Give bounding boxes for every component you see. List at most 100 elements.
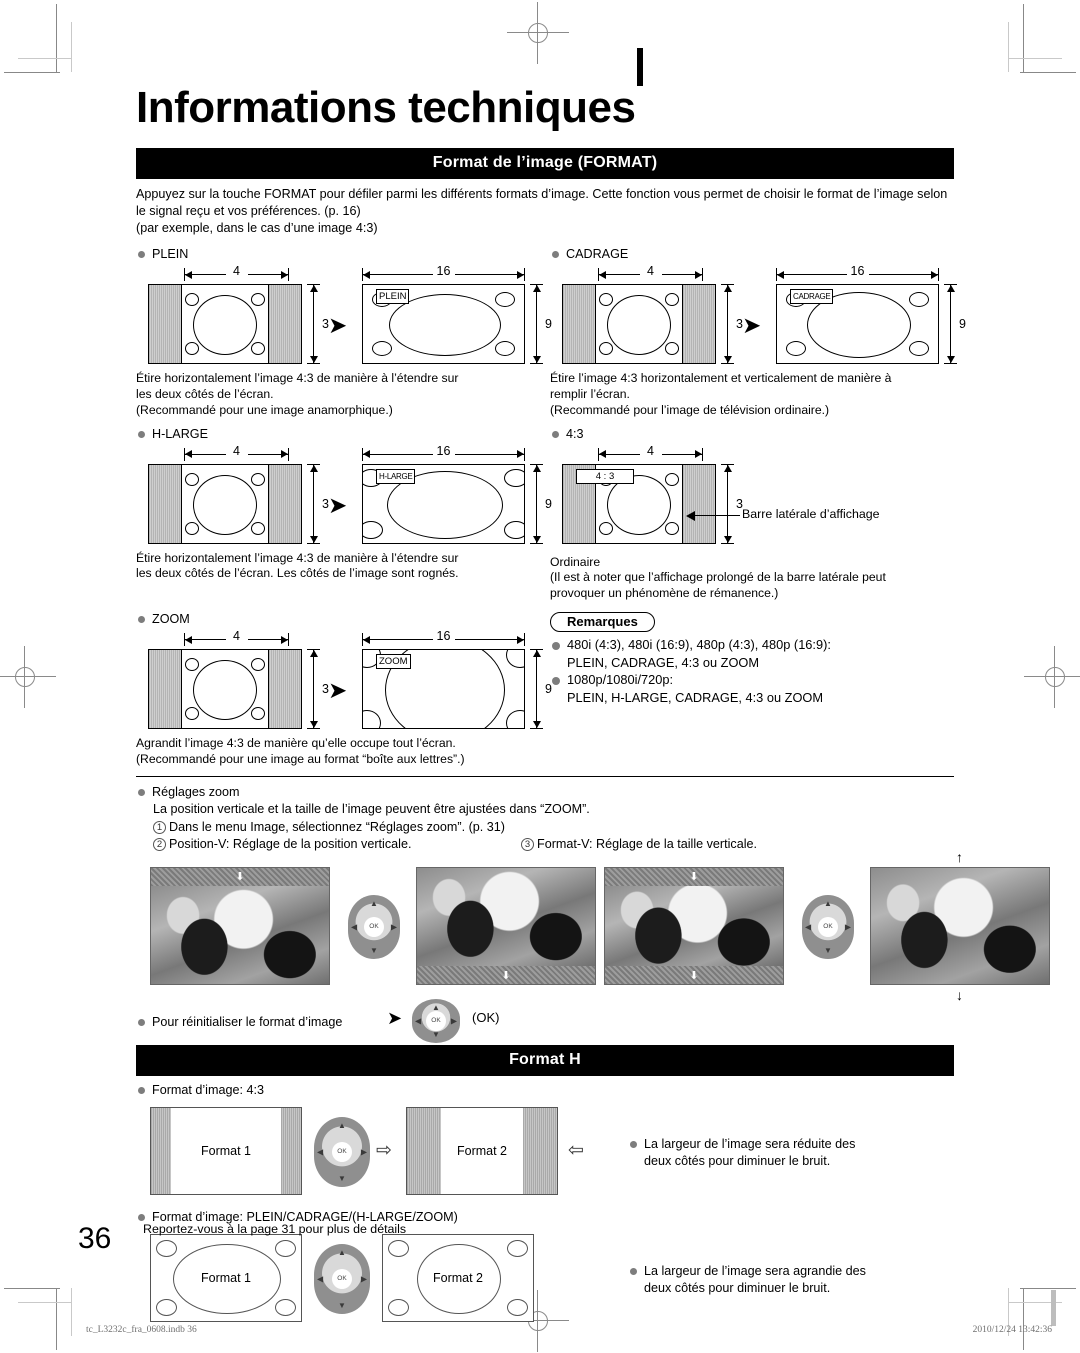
remarques-box: Remarques 480i (4:3), 480i (16:9), 480p …: [545, 606, 954, 768]
format-h-box-1-label: Format 1: [200, 1271, 251, 1286]
mode-tag-plein: PLEIN: [376, 289, 410, 304]
transform-arrow-icon: ➤: [328, 491, 348, 518]
format-h-block-43: Format d’image: 4:3 Format 1 ▲ ▼ ◀ ▶ OK …: [136, 1082, 954, 1203]
dim-height-3: 3: [720, 463, 743, 544]
dpad-ok-button[interactable]: OK: [332, 1142, 352, 1163]
reset-format-text: Pour réinitialiser le format d’image: [136, 1014, 396, 1031]
remarques-item: 1080p/1080i/720p: PLEIN, H-LARGE, CADRAG…: [550, 672, 954, 707]
dpad-right-icon: ▶: [844, 922, 851, 932]
mode-tag-43: 4 : 3: [576, 468, 634, 484]
caption-line-2: les deux côtés de l’écran.: [136, 386, 274, 401]
dpad-ok-button[interactable]: OK: [818, 917, 838, 938]
format-h-box-1: Format 1: [150, 1107, 302, 1196]
dpad-up-icon: ▲: [338, 1121, 346, 1131]
remarques-item-line2: PLEIN, H-LARGE, CADRAGE, 4:3 ou ZOOM: [567, 689, 824, 705]
dpad-ok-button[interactable]: OK: [364, 917, 384, 938]
format-intro-line2: (par exemple, dans le cas d’une image 4:…: [136, 221, 378, 235]
format-mode-plein: PLEIN 4 3 ➤ 16 PLEIN 9 Étire horizontale…: [136, 241, 552, 419]
remarques-item: 480i (4:3), 480i (16:9), 480p (4:3), 480…: [550, 637, 954, 672]
dim-width-16: 16: [362, 264, 525, 281]
format-h-box-1-label: Format 1: [200, 1144, 251, 1159]
remarques-item-line1: 1080p/1080i/720p:: [550, 672, 954, 689]
down-arrow-icon: ⬇: [501, 970, 511, 983]
caption-line-1: Étire l’image 4:3 horizontalement et ver…: [550, 371, 892, 385]
dpad-reset[interactable]: ▲ ▼ ◀ ▶ OK: [412, 999, 460, 1044]
arrow-right-icon: ⇨: [376, 1140, 392, 1162]
dpad-right-icon: ▶: [390, 922, 397, 932]
zoom-settings: Réglages zoom La position verticale et l…: [136, 784, 954, 855]
dim-label: 4: [225, 629, 248, 644]
transform-arrow-icon: ➤: [742, 312, 762, 338]
remarques-item-line1: 480i (4:3), 480i (16:9), 480p (4:3), 480…: [550, 637, 954, 654]
photo-before-position: ⬇: [150, 867, 330, 986]
registration-mark-right: [1024, 646, 1080, 708]
format-intro: Appuyez sur la touche FORMAT pour défile…: [136, 186, 954, 237]
dpad-left-icon: ◀: [317, 1274, 324, 1284]
dpad-ok-button[interactable]: OK: [332, 1269, 352, 1290]
dim-label: 16: [432, 264, 455, 278]
transform-arrow-icon: ➤: [328, 677, 348, 704]
zoom-settings-desc: La position verticale et la taille de l’…: [153, 801, 590, 816]
dpad-ok-button[interactable]: OK: [426, 1011, 446, 1032]
dim-width-16: 16: [362, 629, 525, 647]
format-mode-cadrage-label: CADRAGE: [550, 246, 954, 263]
footer-file: tc_L3232c_fra_0608.indb 36: [86, 1325, 197, 1335]
step-number-3: 3: [521, 838, 534, 852]
note-line-2: deux côtés pour diminuer le bruit.: [644, 1281, 831, 1296]
screen-source: [562, 284, 716, 364]
dim-width-4: 4: [184, 443, 289, 461]
section-header-format-h: Format H: [136, 1045, 954, 1077]
dim-width-16: 16: [776, 264, 939, 281]
format-mode-hlarge-diagram: 4 3 ➤ 16 H-LARGE 9: [136, 443, 552, 548]
remarques-label: Remarques: [550, 612, 655, 633]
dim-width-16: 16: [362, 443, 525, 461]
format-row-2: H-LARGE 4 3 ➤ 16 H-LARGE 9 Étire horizon…: [136, 421, 954, 603]
caption-line-3: (Recommandé pour une image anamorphique.…: [136, 402, 393, 417]
note-line-1: La largeur de l’image sera agrandie des: [644, 1264, 866, 1279]
photo-after-position: ⬇: [416, 867, 596, 986]
mode-tag-zoom: ZOOM: [376, 654, 411, 670]
caption-line-3: provoquer un phénomène de rémanence.): [550, 586, 779, 601]
dim-width-4: 4: [598, 264, 703, 281]
screen-source: [148, 649, 302, 730]
dim-height-9: 9: [943, 284, 966, 364]
dpad-down-icon: ▼: [432, 1030, 440, 1040]
step-text-1: Dans le menu Image, sélectionnez “Réglag…: [169, 819, 505, 834]
screen-source: [148, 463, 302, 544]
page-title: Informations techniques: [136, 83, 636, 132]
zoom-settings-steps-23: 2 Position-V: Réglage de la position vert…: [136, 836, 954, 855]
sidebar-callout-line: [695, 514, 740, 516]
format-h-note-2: La largeur de l’image sera agrandie des …: [628, 1263, 948, 1297]
zoom-settings-step1: 1 Dans le menu Image, sélectionnez “Régla…: [136, 819, 954, 837]
dpad-format-h-43[interactable]: ▲ ▼ ◀ ▶ OK: [314, 1117, 370, 1188]
color-bar-right: [1051, 1290, 1056, 1326]
format-mode-zoom: ZOOM 4 3 ➤ 16 ZOOM 9 Agrandit l’image 4:…: [136, 606, 552, 768]
format-mode-hlarge: H-LARGE 4 3 ➤ 16 H-LARGE 9 Étire horizon…: [136, 421, 552, 603]
section-divider: [136, 775, 954, 777]
dpad-up-icon: ▲: [824, 899, 832, 909]
format-h-reference: Reportez-vous à la page 31 pour plus de …: [143, 1222, 407, 1236]
format-h-box-2-label: Format 2: [456, 1144, 507, 1159]
size-up-arrow-icon: ↑: [956, 849, 963, 866]
reset-ok-label: (OK): [472, 1010, 500, 1026]
zoom-settings-title: Réglages zoom: [136, 784, 954, 801]
dim-height-9: 9: [529, 649, 552, 730]
dim-width-4: 4: [184, 264, 289, 281]
format-mode-plein-caption: Étire horizontalement l’image 4:3 de man…: [136, 371, 545, 419]
page-content: Informations techniques Format de l’imag…: [136, 83, 1050, 1328]
dim-height-3: 3: [306, 463, 329, 544]
format-mode-cadrage-caption: Étire l’image 4:3 horizontalement et ver…: [550, 371, 954, 419]
format-h-block-43-label: Format d’image: 4:3: [136, 1082, 954, 1099]
caption-line-1: Étire horizontalement l’image 4:3 de man…: [136, 550, 459, 565]
dpad-down-icon: ▼: [824, 946, 832, 956]
reset-arrow-icon: ➤: [387, 1008, 403, 1029]
dpad-left-icon: ◀: [351, 922, 358, 932]
dpad-format-h-plein[interactable]: ▲ ▼ ◀ ▶ OK: [314, 1244, 370, 1315]
down-arrow-icon: ⬇: [689, 970, 699, 983]
sidebar-callout-arrow-icon: [686, 510, 695, 521]
dim-label: 4: [639, 264, 662, 278]
dim-width-4: 4: [598, 443, 703, 461]
caption-line-2: remplir l’écran.: [550, 386, 630, 401]
photo-after-size: [870, 867, 1050, 986]
remarques-list: 480i (4:3), 480i (16:9), 480p (4:3), 480…: [550, 637, 954, 707]
